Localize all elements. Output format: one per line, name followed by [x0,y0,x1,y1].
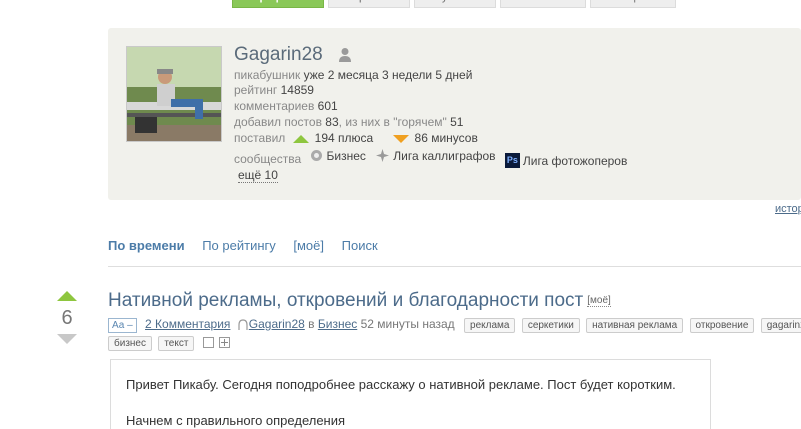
post-tag[interactable]: реклама [464,318,516,333]
post-paragraph: Привет Пикабу. Сегодня поподробнее расск… [126,377,676,392]
post-title[interactable]: Нативной рекламы, откровений и благодарн… [108,290,583,311]
post-tag[interactable]: gagarin28 [760,318,801,333]
post-tag[interactable]: бизнес [108,336,152,351]
profile-hot-label: , из них в "горячем" [338,115,447,129]
avatar-photo [127,47,221,141]
profile-comments-label: комментариев [234,99,315,113]
post-meta-second-row: бизнес текст [108,335,231,351]
community-link-calligraphy[interactable]: Лига каллиграфов [375,148,496,163]
photoshop-community-icon: Ps [504,153,520,168]
post-meta: Аа – 2 Комментария Gagarin28 в Бизнес 52… [108,317,801,333]
profile-comments-value: 601 [317,99,338,113]
community-link-photoshop[interactable]: Ps Лига фотожоперов [504,153,628,168]
profile-communities-label: сообщества [234,152,302,166]
post-title-row: Нативной рекламы, откровений и благодарн… [108,290,611,312]
post-tag[interactable]: текст [158,336,195,351]
post-comments-link[interactable]: 2 Комментария [145,317,230,331]
tab-fresh[interactable]: свежее [500,0,586,8]
avatar[interactable] [126,46,222,142]
profile-votes-line: поставил 194 плюса 86 минусов [234,131,478,145]
sort-tabs: По времени По рейтингу [моё] Поиск [108,238,392,253]
post-tag[interactable]: нативная реклама [586,318,684,333]
profile-posts-label: добавил постов [234,115,322,129]
add-icon[interactable] [219,337,231,349]
community-label-business: Бизнес [326,148,366,163]
plus-arrow-icon [292,134,309,143]
community-link-business[interactable]: Бизнес [309,148,366,163]
top-nav: графики горячее лучшее свежее сообщества [0,0,801,8]
profile-rating-value: 14859 [280,83,314,97]
post-author-link[interactable]: Gagarin28 [249,317,305,331]
profile-card: Gagarin28 пикабушник уже 2 месяца 3 неде… [108,28,801,200]
post-time: 52 минуты назад [360,317,455,331]
profile-hot-value: 51 [450,115,464,129]
more-communities-link[interactable]: ещё 10 [238,168,278,183]
downvote-arrow-icon[interactable] [57,334,77,344]
sort-divider [108,266,801,267]
profile-posts-value: 83 [325,115,339,129]
author-icon [238,319,248,331]
tab-hot[interactable]: горячее [328,0,410,8]
post-tag[interactable]: серкетики [521,318,580,333]
community-label-photoshop: Лига фотожоперов [522,153,628,168]
tab-best[interactable]: лучшее [414,0,496,8]
sort-mine[interactable]: [моё] [293,238,324,253]
font-size-toggle[interactable]: Аа – [108,318,137,333]
business-community-icon [310,150,322,161]
minus-arrow-icon [392,134,409,143]
post-body: Привет Пикабу. Сегодня поподробнее расск… [110,359,711,429]
tab-communities[interactable]: сообщества [590,0,676,8]
upvote-arrow-icon[interactable] [57,291,77,301]
profile-age-label: пикабушник [234,68,301,82]
post-tag[interactable]: откровение [689,318,755,333]
save-icon[interactable] [202,337,214,349]
user-icon [339,48,351,62]
post-rating: 6 [61,307,73,329]
profile-votes-label: поставил [234,131,286,145]
sort-by-time[interactable]: По времени [108,238,185,253]
community-label-calligraphy: Лига каллиграфов [393,148,496,163]
post-paragraph: Начнем с правильного определения [126,413,346,428]
sort-by-rating[interactable]: По рейтингу [202,238,276,253]
post-in-label: в [308,317,315,331]
tab-main[interactable]: графики [232,0,324,8]
profile-age-line: пикабушник уже 2 месяца 3 недели 5 дней [234,68,472,82]
post-mine-tag: [моё] [587,295,611,307]
profile-communities-line: сообщества Бизнес Лига каллиграфов Ps Лиг… [234,148,633,168]
profile-rating-line: рейтинг 14859 [234,83,314,97]
profile-comments-line: комментариев 601 [234,99,338,113]
history-link[interactable]: истор [775,203,801,215]
profile-pluses: 194 плюса [314,131,374,145]
sort-search[interactable]: Поиск [342,238,378,253]
profile-username: Gagarin28 [234,44,323,65]
calligraphy-community-icon [376,149,390,162]
profile-posts-line: добавил постов 83, из них в "горячем" 51 [234,115,463,129]
profile-age-value: уже 2 месяца 3 недели 5 дней [303,68,473,82]
post-community-link[interactable]: Бизнес [318,317,357,331]
profile-rating-label: рейтинг [234,83,278,97]
profile-minuses: 86 минусов [414,131,478,145]
